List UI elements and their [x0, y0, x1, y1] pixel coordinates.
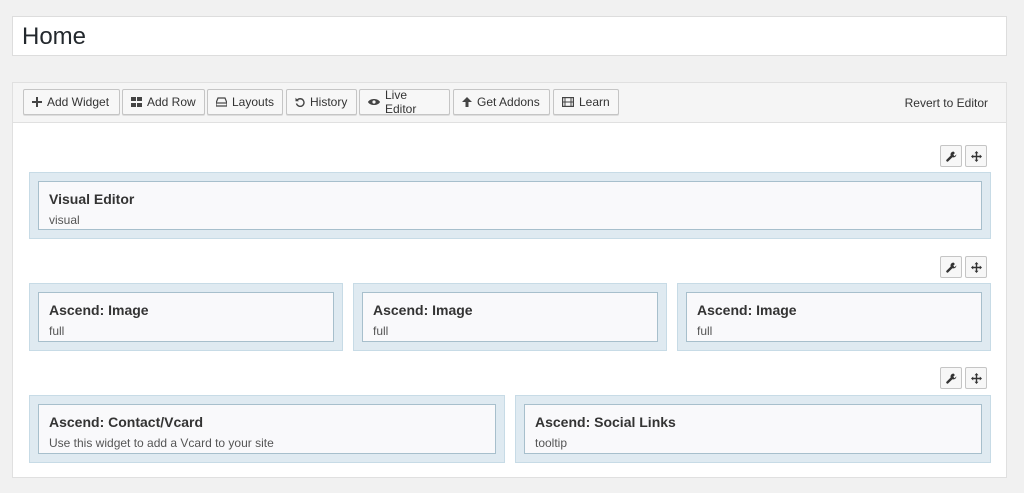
learn-button[interactable]: Learn — [553, 89, 619, 115]
widget-description: full — [373, 324, 389, 338]
page-title-input[interactable]: Home — [12, 16, 1007, 56]
row-2-cell-1: Ascend: Image full — [29, 283, 343, 351]
widget-title: Ascend: Contact/Vcard — [49, 414, 204, 430]
layouts-button[interactable]: Layouts — [207, 89, 283, 115]
move-icon — [970, 372, 982, 384]
widget-description: full — [697, 324, 713, 338]
eye-icon — [368, 98, 380, 106]
plus-icon — [32, 97, 42, 107]
row-3-tools — [940, 367, 987, 389]
row-3-move-handle[interactable] — [965, 367, 987, 389]
undo-icon — [295, 97, 305, 107]
add-widget-button[interactable]: Add Widget — [23, 89, 120, 115]
add-row-label: Add Row — [147, 95, 196, 109]
row-1-cell-1: Visual Editor visual — [29, 172, 991, 239]
row-1-tools — [940, 145, 987, 167]
widget-title: Ascend: Image — [697, 302, 797, 318]
add-row-button[interactable]: Add Row — [122, 89, 205, 115]
widget-title: Visual Editor — [49, 191, 135, 207]
row-1-settings-button[interactable] — [940, 145, 962, 167]
row-2-move-handle[interactable] — [965, 256, 987, 278]
arrow-up-icon — [462, 97, 472, 107]
widget-ascend-image[interactable]: Ascend: Image full — [362, 292, 658, 342]
wrench-icon — [945, 151, 957, 162]
widget-description: Use this widget to add a Vcard to your s… — [49, 436, 274, 450]
get-addons-label: Get Addons — [477, 95, 540, 109]
widget-description: tooltip — [535, 436, 568, 450]
move-icon — [970, 150, 982, 162]
film-icon — [562, 97, 574, 107]
get-addons-button[interactable]: Get Addons — [453, 89, 550, 115]
layouts-icon — [216, 97, 227, 107]
widget-title: Ascend: Social Links — [535, 414, 676, 430]
add-widget-label: Add Widget — [47, 95, 110, 109]
layouts-label: Layouts — [232, 95, 275, 109]
row-3-settings-button[interactable] — [940, 367, 962, 389]
row-3-cell-1: Ascend: Contact/Vcard Use this widget to… — [29, 395, 505, 463]
row-2-tools — [940, 256, 987, 278]
learn-label: Learn — [579, 95, 610, 109]
wrench-icon — [945, 373, 957, 384]
revert-to-editor-link[interactable]: Revert to Editor — [905, 96, 988, 110]
live-editor-label: Live Editor — [385, 88, 417, 116]
widget-ascend-contact-vcard[interactable]: Ascend: Contact/Vcard Use this widget to… — [38, 404, 496, 454]
move-icon — [970, 261, 982, 273]
row-2-cell-2: Ascend: Image full — [353, 283, 667, 351]
widget-ascend-image[interactable]: Ascend: Image full — [38, 292, 334, 342]
widget-ascend-social-links[interactable]: Ascend: Social Links tooltip — [524, 404, 982, 454]
history-button[interactable]: History — [286, 89, 357, 115]
widget-description: full — [49, 324, 65, 338]
wrench-icon — [945, 262, 957, 273]
page-builder-panel: Add Widget Add Row Layouts History Live … — [12, 82, 1007, 478]
row-1-move-handle[interactable] — [965, 145, 987, 167]
row-2-settings-button[interactable] — [940, 256, 962, 278]
widget-ascend-image[interactable]: Ascend: Image full — [686, 292, 982, 342]
history-label: History — [310, 95, 348, 109]
grid-icon — [131, 97, 142, 107]
live-editor-button[interactable]: Live Editor — [359, 88, 450, 116]
widget-visual-editor[interactable]: Visual Editor visual — [38, 181, 982, 230]
widget-title: Ascend: Image — [373, 302, 473, 318]
widget-description: visual — [49, 213, 80, 227]
row-3-cell-2: Ascend: Social Links tooltip — [515, 395, 991, 463]
builder-toolbar: Add Widget Add Row Layouts History Live … — [13, 83, 1006, 123]
widget-title: Ascend: Image — [49, 302, 149, 318]
row-2-cell-3: Ascend: Image full — [677, 283, 991, 351]
